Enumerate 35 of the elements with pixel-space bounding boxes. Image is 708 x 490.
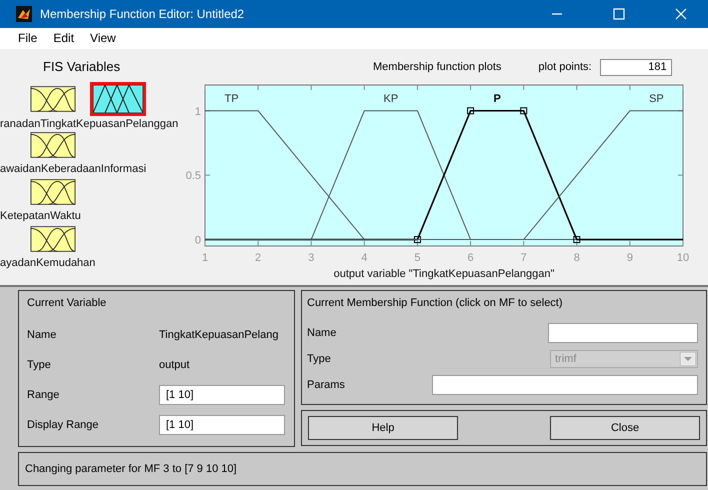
tick-label: 3 bbox=[308, 252, 314, 264]
tick-label: 0 bbox=[194, 234, 201, 247]
field-label: Name bbox=[27, 329, 58, 342]
tick-label: 7 bbox=[520, 252, 527, 264]
tick-label: 10 bbox=[676, 252, 690, 264]
tick-label: 1 bbox=[202, 252, 208, 264]
axis-title: output variable "TingkatKepuasanPelanggan" bbox=[334, 268, 554, 280]
panel-title: Current Variable bbox=[27, 297, 108, 311]
panel-title: Current Membership Function (click on MF to select) bbox=[307, 297, 564, 311]
tick-label: 1 bbox=[194, 106, 201, 118]
variable-label: ayadanKemudahan bbox=[0, 257, 96, 270]
tick-label: 5 bbox=[414, 252, 420, 264]
chart-title: Membership function plots bbox=[373, 61, 502, 74]
variable-label: KetepatanWaktu bbox=[0, 210, 82, 222]
field-label: Type bbox=[27, 359, 52, 372]
tick-label: 2 bbox=[255, 252, 262, 264]
tick-label: 6 bbox=[468, 252, 474, 264]
variable-label: awaidanKeberadaanInformasi bbox=[0, 163, 148, 176]
field-label: Display Range bbox=[27, 419, 100, 432]
variable-label: TingkatKepuasanPelanggan bbox=[40, 118, 178, 130]
window-title: Membership Function Editor: Untitled2 bbox=[40, 6, 244, 21]
status-bar: Changing parameter for MF 3 to [7 9 10 10] bbox=[18, 452, 707, 486]
tick-label: 8 bbox=[574, 252, 580, 264]
field-value: output bbox=[159, 359, 190, 372]
field-value: TingkatKepuasanPelang bbox=[159, 329, 278, 342]
plot-points-label: plot points: bbox=[538, 61, 592, 74]
tick-label: 0.5 bbox=[186, 170, 201, 182]
panel-title: FIS Variables bbox=[43, 59, 122, 74]
field-label: Name bbox=[307, 327, 338, 340]
field-label: Params bbox=[307, 379, 346, 391]
tick-label: 4 bbox=[361, 252, 368, 264]
tick-label: 9 bbox=[626, 252, 633, 264]
variable-label: ranadan bbox=[0, 118, 40, 130]
field-label: Range bbox=[27, 389, 60, 402]
field-label: Type bbox=[307, 353, 332, 366]
